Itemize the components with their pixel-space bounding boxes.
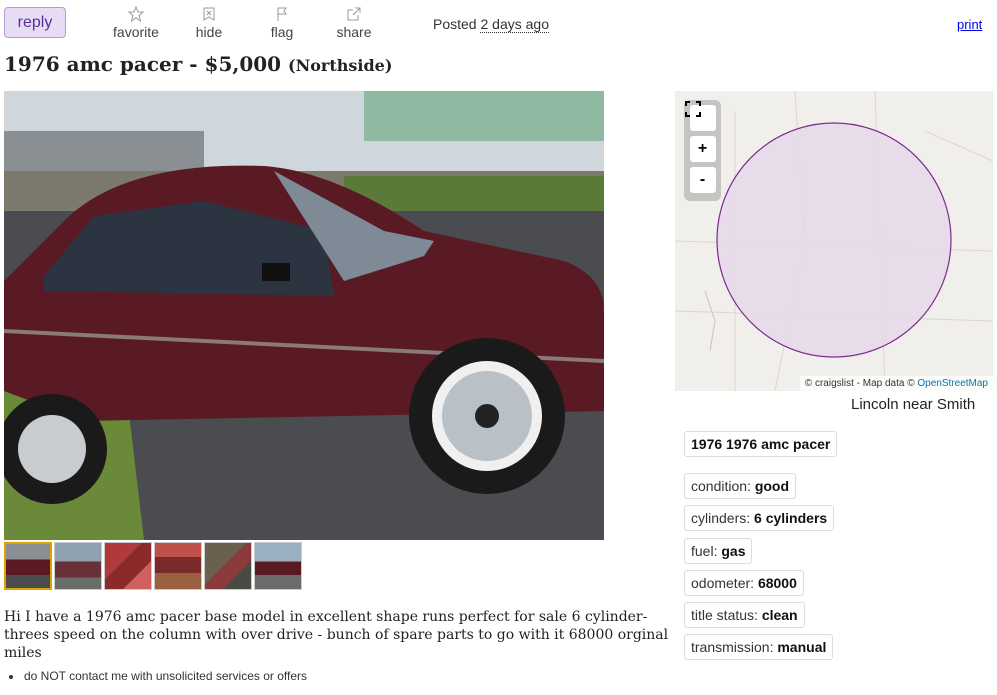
posting-title: 1976 amc pacer - $5,000 (Northside) [4,52,392,76]
fullscreen-button[interactable] [685,101,716,131]
attr-fuel-value: gas [721,543,746,559]
attr-odometer: odometer: 68000 [684,570,804,596]
attr-cylinders-label: cylinders: [691,510,751,526]
thumbnail-2[interactable] [54,542,102,590]
location: (Northside) [288,56,393,75]
posted-info: Posted 2 days ago [433,16,549,33]
posting-body: Hi I have a 1976 amc pacer base model in… [4,609,669,661]
star-icon [106,5,166,23]
hide-icon [179,6,239,22]
location-circle [716,122,952,358]
main-photo[interactable] [4,91,604,540]
favorite-label: favorite [113,24,159,40]
map-attribution: © craigslist - Map data © OpenStreetMap [799,376,993,391]
attr-transmission-label: transmission: [691,639,774,655]
title-text: 1976 amc pacer [4,52,183,76]
thumbnail-5[interactable] [204,542,252,590]
attr-odometer-label: odometer: [691,575,755,591]
flag-icon [252,6,312,22]
zoom-out-button[interactable]: - [689,167,716,193]
map-controls: + - [684,100,721,201]
flag-label: flag [270,24,294,40]
thumbnail-6[interactable] [254,542,302,590]
attr-transmission: transmission: manual [684,634,834,660]
map[interactable]: + - © craigslist - Map data © OpenStreet… [675,91,993,391]
print-link[interactable]: print [957,17,982,32]
thumbnail-1[interactable] [4,542,52,590]
attr-condition-label: condition: [691,478,751,494]
posted-label: Posted [433,16,477,32]
thumbnail-strip [4,542,302,590]
vehicle-title: 1976 1976 amc pacer [691,436,831,452]
map-roads [675,91,993,391]
share-button[interactable]: share [324,6,384,40]
notice-item: do NOT contact me with unsolicited servi… [8,669,308,683]
attr-vehicle-title: 1976 1976 amc pacer [684,431,838,457]
attr-condition: condition: good [684,473,797,499]
attr-title-status: title status: clean [684,602,805,628]
zoom-in-button[interactable]: + [689,136,716,162]
attr-cylinders-value: 6 cylinders [754,510,828,526]
hide-button[interactable]: hide [179,6,239,40]
attr-cylinders: cylinders: 6 cylinders [684,505,835,531]
attr-odometer-value: 68000 [757,575,797,591]
thumbnail-3[interactable] [104,542,152,590]
map-address: Lincoln near Smith [851,396,976,413]
attr-title-status-value: clean [761,607,798,623]
share-icon [324,6,384,22]
osm-link[interactable]: OpenStreetMap [917,378,988,389]
flag-button[interactable]: flag [252,6,312,40]
share-label: share [336,24,372,40]
car-photo-illustration [4,91,604,540]
fullscreen-icon [685,101,701,117]
attr-fuel: fuel: gas [684,538,753,564]
thumbnail-4[interactable] [154,542,202,590]
attr-fuel-label: fuel: [691,543,718,559]
attribution-text: © craigslist - Map data © [804,378,915,389]
attr-condition-value: good [754,478,790,494]
reply-button[interactable]: reply [4,7,66,38]
attr-title-status-label: title status: [691,607,758,623]
posted-ago: 2 days ago [480,16,549,33]
price: $5,000 [204,52,282,76]
title-separator: - [189,52,198,76]
hide-label: hide [195,24,223,40]
favorite-button[interactable]: favorite [106,5,166,40]
attr-transmission-value: manual [777,639,827,655]
